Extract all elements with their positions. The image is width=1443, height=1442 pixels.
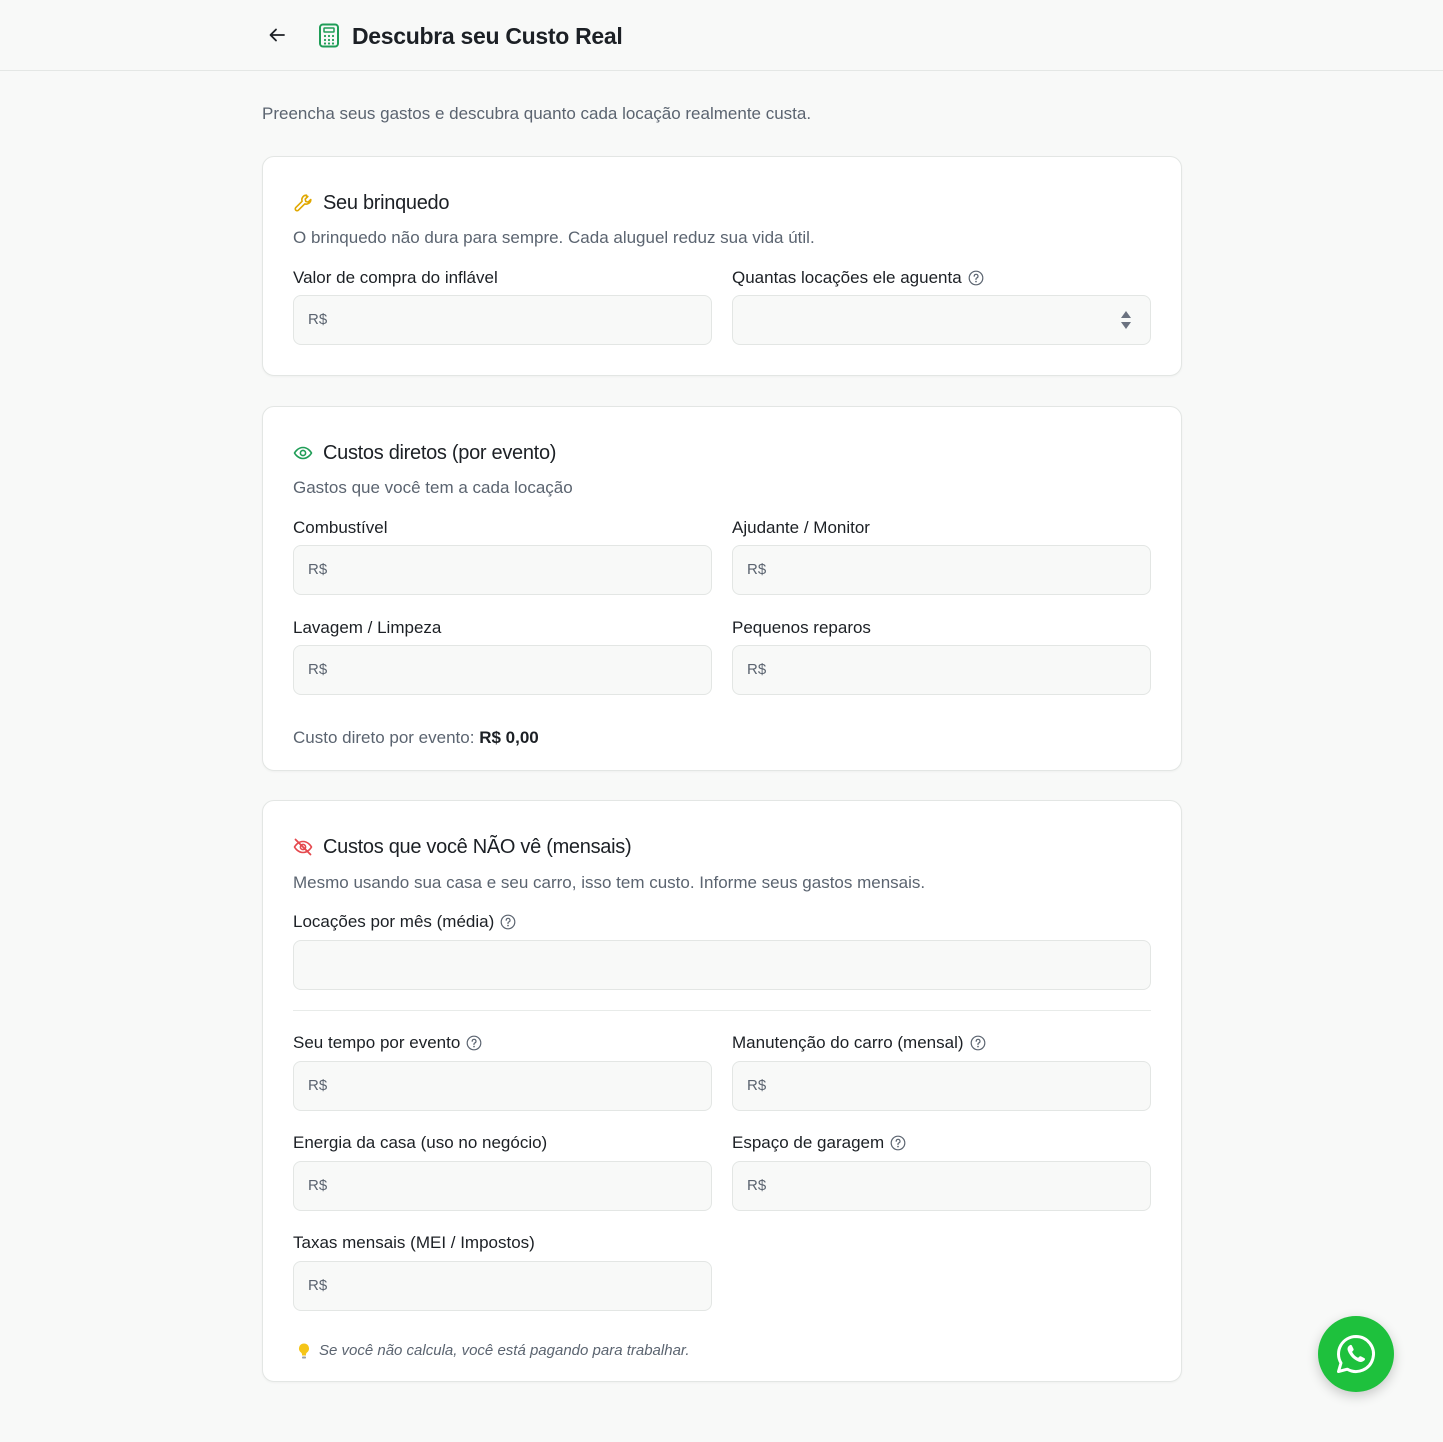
helper-field[interactable]: R$ — [732, 545, 1151, 595]
section-divider — [293, 1010, 1151, 1011]
toy-card-description: O brinquedo não dura para sempre. Cada a… — [293, 228, 815, 247]
hidden-costs-description: Mesmo usando sua casa e seu carro, isso … — [293, 873, 926, 892]
lifespan-field[interactable] — [732, 295, 1151, 345]
help-icon[interactable] — [500, 914, 516, 930]
tip-text: Se você não calcula, você está pagando p… — [297, 1341, 690, 1361]
purchase-value-label-text: Valor de compra do inflável — [293, 268, 498, 287]
wrench-icon — [294, 194, 312, 212]
help-icon[interactable] — [466, 1035, 482, 1051]
home-energy-field[interactable]: R$ — [293, 1161, 712, 1211]
monthly-taxes-input[interactable] — [334, 1262, 694, 1310]
hidden-costs-card: Custos que você NÃO vê (mensais) Mesmo u… — [262, 800, 1182, 1382]
eye-icon — [293, 446, 313, 460]
tip-text-content: Se você não calcula, você está pagando p… — [319, 1342, 690, 1359]
direct-costs-title: Custos diretos (por evento) — [323, 442, 557, 464]
time-per-event-label: Seu tempo por evento — [293, 1031, 482, 1055]
fuel-label: Combustível — [293, 518, 388, 537]
number-spinner-icon[interactable] — [1120, 309, 1132, 331]
currency-prefix: R$ — [308, 1277, 328, 1294]
help-icon[interactable] — [968, 270, 984, 286]
cleaning-input[interactable] — [334, 646, 694, 694]
helper-input[interactable] — [773, 546, 1133, 594]
hidden-costs-title: Custos que você NÃO vê (mensais) — [323, 836, 632, 858]
lifespan-label: Quantas locações ele aguenta — [732, 266, 984, 290]
help-icon[interactable] — [890, 1135, 906, 1151]
purchase-value-field[interactable]: R$ — [293, 295, 712, 345]
purchase-value-input[interactable] — [334, 296, 694, 344]
car-maintenance-label: Manutenção do carro (mensal) — [732, 1031, 986, 1055]
help-icon[interactable] — [970, 1035, 986, 1051]
rentals-per-month-label-text: Locações por mês (média) — [293, 912, 495, 931]
intro-text: Preencha seus gastos e descubra quanto c… — [262, 104, 812, 123]
repairs-field[interactable]: R$ — [732, 645, 1151, 695]
direct-cost-summary-value: R$ 0,00 — [479, 728, 539, 747]
time-per-event-input[interactable] — [334, 1062, 694, 1110]
top-bar: Descubra seu Custo Real — [0, 0, 1443, 71]
garage-space-field[interactable]: R$ — [732, 1161, 1151, 1211]
rentals-per-month-field[interactable] — [293, 940, 1151, 990]
purchase-value-label: Valor de compra do inflável — [293, 266, 498, 290]
currency-prefix: R$ — [308, 311, 328, 328]
repairs-input[interactable] — [773, 646, 1133, 694]
lifespan-label-text: Quantas locações ele aguenta — [732, 268, 962, 287]
whatsapp-icon — [1337, 1335, 1375, 1373]
lightbulb-icon — [299, 1343, 309, 1359]
home-energy-label: Energia da casa (uso no negócio) — [293, 1133, 548, 1152]
direct-cost-summary: Custo direto por evento: R$ 0,00 — [293, 726, 539, 750]
eye-off-icon — [293, 838, 313, 856]
currency-prefix: R$ — [308, 661, 328, 678]
whatsapp-button[interactable] — [1318, 1316, 1394, 1392]
monthly-taxes-field[interactable]: R$ — [293, 1261, 712, 1311]
currency-prefix: R$ — [747, 561, 767, 578]
back-button[interactable] — [262, 20, 292, 50]
car-maintenance-label-text: Manutenção do carro (mensal) — [732, 1033, 964, 1052]
car-maintenance-input[interactable] — [773, 1062, 1133, 1110]
fuel-field[interactable]: R$ — [293, 545, 712, 595]
direct-cost-summary-label: Custo direto por evento: — [293, 728, 475, 747]
helper-label: Ajudante / Monitor — [732, 518, 870, 537]
direct-costs-card: Custos diretos (por evento) Gastos que v… — [262, 406, 1182, 771]
repairs-label: Pequenos reparos — [732, 618, 871, 637]
cleaning-field[interactable]: R$ — [293, 645, 712, 695]
currency-prefix: R$ — [308, 1177, 328, 1194]
arrow-left-icon — [269, 28, 285, 42]
currency-prefix: R$ — [747, 661, 767, 678]
rentals-per-month-input[interactable] — [308, 941, 1128, 989]
time-per-event-label-text: Seu tempo por evento — [293, 1033, 461, 1052]
monthly-taxes-label: Taxas mensais (MEI / Impostos) — [293, 1233, 535, 1252]
cleaning-label: Lavagem / Limpeza — [293, 618, 442, 637]
rentals-per-month-label: Locações por mês (média) — [293, 910, 516, 934]
toy-card: Seu brinquedo O brinquedo não dura para … — [262, 156, 1182, 376]
garage-space-input[interactable] — [773, 1162, 1133, 1210]
currency-prefix: R$ — [308, 1077, 328, 1094]
fuel-input[interactable] — [334, 546, 694, 594]
currency-prefix: R$ — [308, 561, 328, 578]
garage-space-label: Espaço de garagem — [732, 1131, 906, 1155]
currency-prefix: R$ — [747, 1077, 767, 1094]
home-energy-input[interactable] — [334, 1162, 694, 1210]
lifespan-input[interactable] — [747, 296, 1107, 344]
calculator-icon — [319, 23, 339, 48]
time-per-event-field[interactable]: R$ — [293, 1061, 712, 1111]
direct-costs-description: Gastos que você tem a cada locação — [293, 478, 573, 497]
toy-card-title: Seu brinquedo — [323, 192, 450, 214]
currency-prefix: R$ — [747, 1177, 767, 1194]
garage-space-label-text: Espaço de garagem — [732, 1133, 885, 1152]
page-title: Descubra seu Custo Real — [352, 23, 623, 49]
car-maintenance-field[interactable]: R$ — [732, 1061, 1151, 1111]
